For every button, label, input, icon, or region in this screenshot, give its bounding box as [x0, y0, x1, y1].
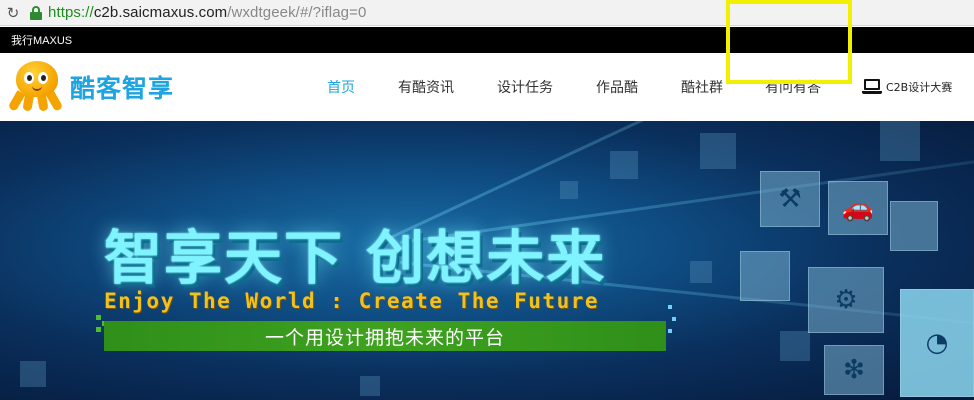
deco-square [880, 121, 920, 161]
deco-square [610, 151, 638, 179]
pixel-deco [668, 329, 672, 333]
url-text: https://c2b.saicmaxus.com/wxdtgeek/#/?if… [48, 4, 366, 21]
deco-tile [890, 201, 938, 251]
car-icon: 🚗 [828, 181, 888, 235]
deco-square [780, 331, 810, 361]
pixel-deco [668, 305, 672, 309]
nav-news[interactable]: 有酷资讯 [398, 53, 454, 121]
slogan-text: 一个用设计拥抱未来的平台 [264, 326, 505, 349]
c2b-contest-link[interactable]: C2B设计大赛 [862, 53, 952, 121]
deco-tile [740, 251, 790, 301]
pixel-deco [96, 315, 101, 320]
nav-design-tasks[interactable]: 设计任务 [497, 53, 553, 121]
suspension-icon: ⚙ [808, 267, 884, 333]
banner-headline: 智享天下 创想未来 [104, 224, 607, 292]
deco-square [690, 261, 712, 283]
url-scheme: https:// [48, 4, 94, 21]
deco-square [20, 361, 46, 387]
maxus-link[interactable]: 我行MAXUS [11, 32, 72, 48]
deco-square [360, 376, 380, 396]
seat-icon: ❇ [824, 345, 884, 395]
c2b-label: C2B设计大赛 [886, 81, 953, 94]
deco-square [560, 181, 578, 199]
slogan-bar: 一个用设计拥抱未来的平台 [104, 321, 666, 351]
nav-community[interactable]: 酷社群 [681, 53, 723, 121]
octopus-logo-icon [7, 61, 66, 113]
pixel-deco [96, 327, 101, 332]
banner-subheadline: Enjoy The World : Create The Future [104, 289, 600, 313]
hero-banner[interactable]: ⚒ 🚗 ⚙ ◔ ❇ 智享天下 创想未来 Enjoy The World : Cr… [0, 121, 974, 400]
nav-home[interactable]: 首页 [327, 53, 355, 121]
deco-square [700, 133, 736, 169]
url-host: c2b.saicmaxus.com [93, 4, 228, 21]
site-logo[interactable]: 酷客智享 [7, 61, 175, 113]
laptop-icon [862, 79, 882, 95]
highlight-box [726, 0, 852, 84]
nav-works[interactable]: 作品酷 [596, 53, 638, 121]
tools-icon: ⚒ [760, 171, 820, 227]
logo-text: 酷客智享 [70, 74, 175, 103]
reload-icon[interactable]: ↻ [0, 0, 26, 26]
pixel-deco [672, 317, 676, 321]
dashboard-icon: ◔ [900, 289, 974, 397]
url-path: /wxdtgeek/#/?iflag=0 [227, 4, 367, 21]
url-field[interactable]: https://c2b.saicmaxus.com/wxdtgeek/#/?if… [26, 3, 366, 23]
lock-icon [30, 5, 42, 20]
